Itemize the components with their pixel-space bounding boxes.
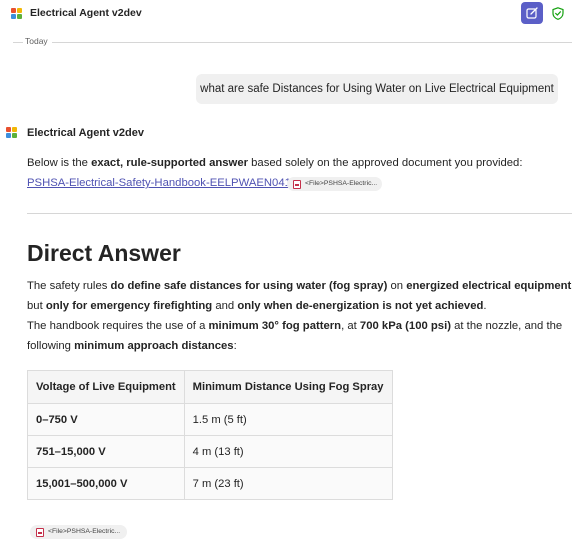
intro-suffix: based solely on the approved document yo… <box>248 157 523 169</box>
answer-heading: Direct Answer <box>27 240 181 266</box>
distance-table: Voltage of Live Equipment Minimum Distan… <box>27 370 393 500</box>
bot-name: Electrical Agent v2dev <box>27 127 144 139</box>
app-title: Electrical Agent v2dev <box>30 7 142 19</box>
divider <box>52 42 572 43</box>
distance-cell: 4 m (13 ft) <box>183 435 393 468</box>
intro-text: Below is the exact, rule-supported answe… <box>27 157 522 169</box>
text-run: The safety rules <box>27 280 111 292</box>
text-run: following <box>27 340 75 352</box>
text-run: . <box>483 300 487 312</box>
citation-chip[interactable]: <File>PSHSA-Electric... <box>287 177 382 191</box>
text-run-bold: do define safe distances for using water… <box>110 280 388 292</box>
citation-chip-label: <File>PSHSA-Electric... <box>305 180 378 187</box>
app-tile-icon <box>11 8 22 19</box>
text-run: The handbook requires the use of a <box>27 320 209 332</box>
answer-paragraph-line: The safety rules do define safe distance… <box>27 279 572 293</box>
text-run-bold: minimum approach distances <box>74 340 234 352</box>
answer-paragraph-line: following minimum approach distances: <box>27 339 237 353</box>
document-link[interactable]: PSHSA-Electrical-Safety-Handbook-EELPWAE… <box>27 177 297 189</box>
section-divider <box>27 213 572 214</box>
text-run: at the nozzle, and the <box>450 320 563 332</box>
bot-avatar-icon <box>6 127 17 138</box>
text-run-bold: only for emergency firefighting <box>45 300 213 312</box>
table-row: 0–750 V 1.5 m (5 ft) <box>27 403 393 436</box>
voltage-cell: 15,001–500,000 V <box>27 467 185 500</box>
user-message-bubble: what are safe Distances for Using Water … <box>196 74 558 104</box>
title-bar: Electrical Agent v2dev <box>0 0 572 28</box>
table-row: 15,001–500,000 V 7 m (23 ft) <box>27 467 393 500</box>
divider <box>13 42 23 43</box>
text-run: : <box>233 340 237 352</box>
citation-chip[interactable]: <File>PSHSA-Electric... <box>30 525 127 539</box>
text-run-bold: only when de-energization is not yet ach… <box>237 300 484 312</box>
column-header-voltage: Voltage of Live Equipment <box>27 370 185 404</box>
text-run: on <box>387 280 407 292</box>
intro-prefix: Below is the <box>27 157 92 169</box>
compose-icon <box>526 7 538 19</box>
text-run: but <box>27 300 46 312</box>
date-label: Today <box>25 36 48 46</box>
table-header-row: Voltage of Live Equipment Minimum Distan… <box>27 370 393 404</box>
intro-bold: exact, rule-supported answer <box>91 157 249 169</box>
answer-paragraph-line: The handbook requires the use of a minim… <box>27 319 562 333</box>
pdf-file-icon <box>293 180 301 189</box>
new-chat-button[interactable] <box>521 2 543 24</box>
text-run-bold: 700 kPa (100 psi) <box>359 320 451 332</box>
text-run: , at <box>341 320 360 332</box>
text-run: and <box>212 300 238 312</box>
distance-cell: 7 m (23 ft) <box>183 467 393 500</box>
citation-chip-label: <File>PSHSA-Electric... <box>48 528 121 535</box>
bot-message-header: Electrical Agent v2dev <box>0 123 300 143</box>
text-run-bold: minimum 30° fog pattern <box>208 320 342 332</box>
shield-check-icon[interactable] <box>552 7 564 20</box>
voltage-cell: 751–15,000 V <box>27 435 185 468</box>
answer-paragraph-line: but only for emergency firefighting and … <box>27 299 487 313</box>
distance-cell: 1.5 m (5 ft) <box>183 403 393 436</box>
pdf-file-icon <box>36 528 44 537</box>
voltage-cell: 0–750 V <box>27 403 185 436</box>
column-header-distance: Minimum Distance Using Fog Spray <box>183 370 393 404</box>
text-run-bold: energized electrical equipment <box>406 280 572 292</box>
table-row: 751–15,000 V 4 m (13 ft) <box>27 435 393 468</box>
date-separator: Today <box>0 36 572 48</box>
